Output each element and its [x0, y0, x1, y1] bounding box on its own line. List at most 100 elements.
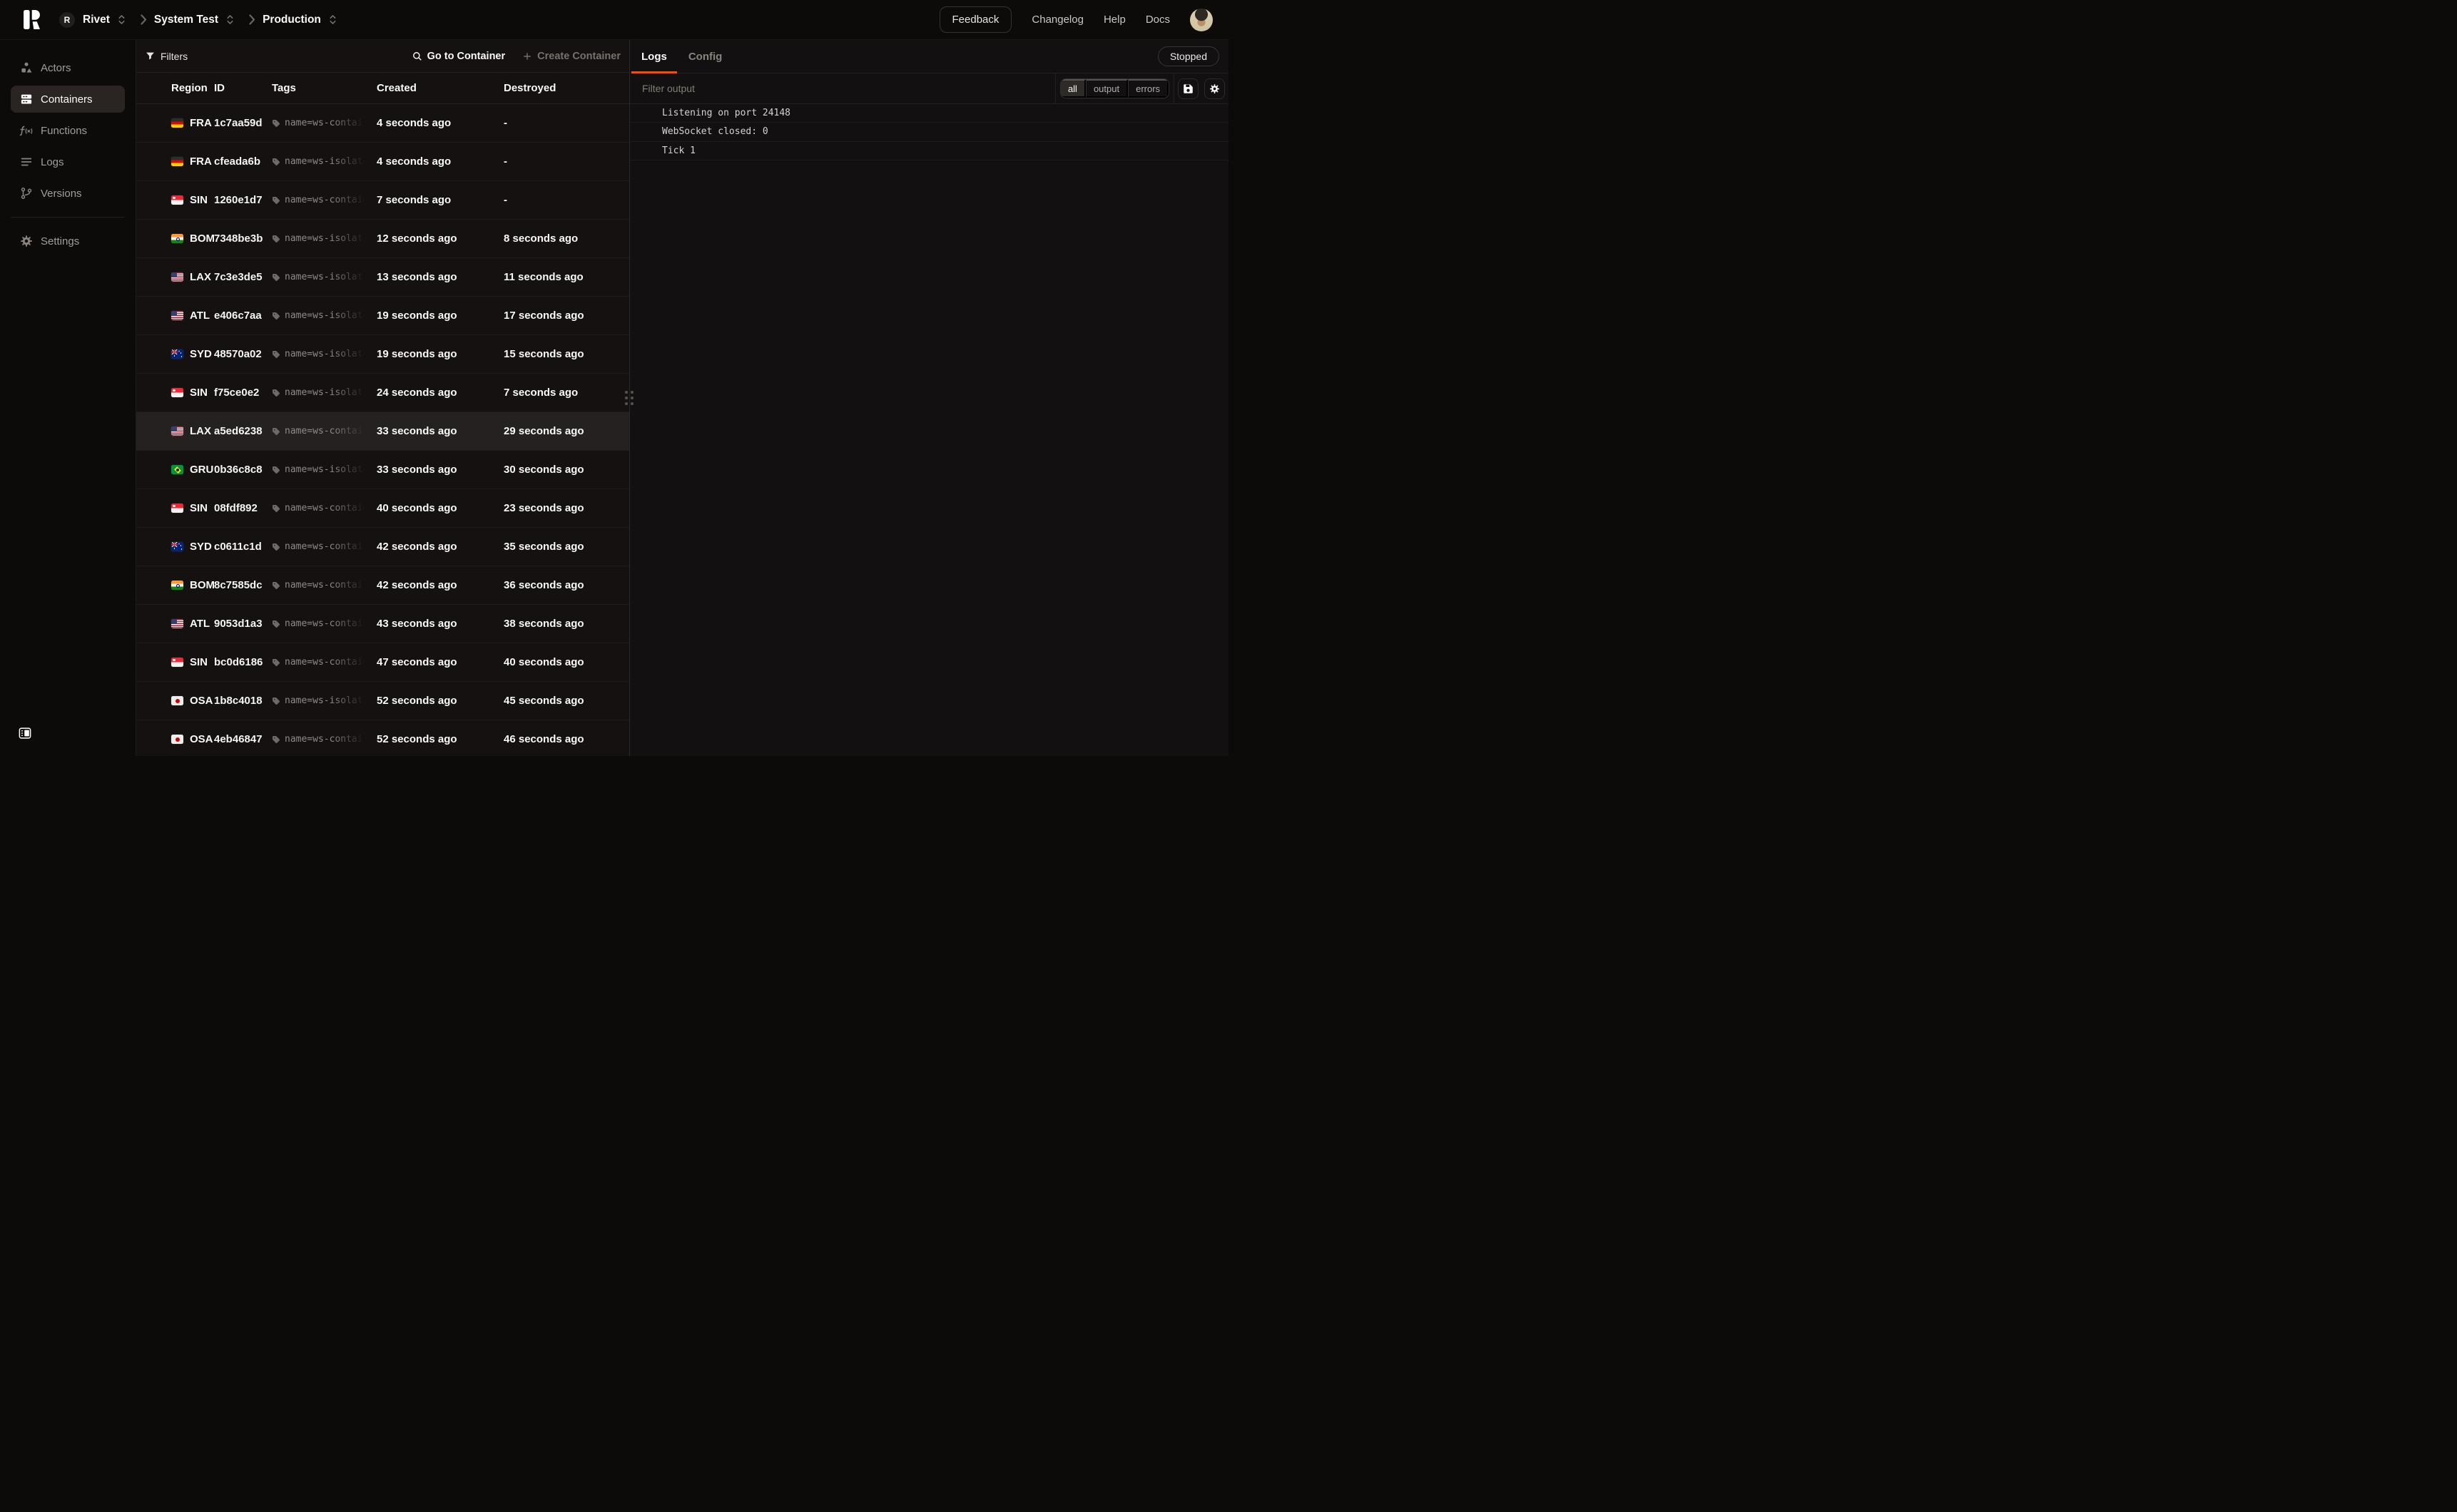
- tag-text: name=ws-container: [285, 195, 370, 205]
- tag-text: name=ws-container: [285, 734, 370, 745]
- table-row[interactable]: ATL e406c7aa name=ws-isolate 19 seconds …: [136, 297, 629, 335]
- table-row[interactable]: LAX a5ed6238 name=ws-container 33 second…: [136, 412, 629, 451]
- user-avatar[interactable]: [1190, 9, 1213, 31]
- table-row[interactable]: SYD c0611c1d name=ws-container 42 second…: [136, 528, 629, 566]
- container-tags: name=ws-container: [272, 195, 377, 205]
- topbar: R Rivet System Test Production Feedback Chan…: [0, 0, 1228, 40]
- sidebar-nav: Actors Containers Functions Logs Versions: [11, 54, 125, 207]
- container-id: 8c7585dc: [214, 579, 272, 591]
- tag-icon: [272, 697, 280, 705]
- region-flag-icon: [171, 118, 183, 128]
- help-link[interactable]: Help: [1104, 14, 1126, 26]
- breadcrumb-item-rivet[interactable]: Rivet: [83, 14, 110, 26]
- select-carets-icon[interactable]: [226, 14, 234, 25]
- segment-output[interactable]: output: [1086, 79, 1128, 98]
- status-badge[interactable]: Stopped: [1158, 46, 1219, 66]
- region-code: OSA: [190, 695, 213, 707]
- sidebar-item-logs[interactable]: Logs: [11, 148, 125, 175]
- destroyed-time: 30 seconds ago: [504, 464, 629, 476]
- functions-icon: [19, 124, 33, 138]
- segment-errors[interactable]: errors: [1128, 79, 1169, 98]
- table-row[interactable]: SIN 1260e1d7 name=ws-container 7 seconds…: [136, 181, 629, 220]
- sidebar-item-functions[interactable]: Functions: [11, 117, 125, 144]
- destroyed-time: 8 seconds ago: [504, 233, 629, 245]
- destroyed-time: 17 seconds ago: [504, 310, 629, 322]
- table-row[interactable]: OSA 1b8c4018 name=ws-isolate 52 seconds …: [136, 682, 629, 720]
- tag-icon: [272, 273, 280, 282]
- sidebar-item-label: Versions: [41, 188, 82, 200]
- container-tags: name=ws-isolate: [272, 156, 377, 167]
- changelog-link[interactable]: Changelog: [1032, 14, 1084, 26]
- destroyed-time: 29 seconds ago: [504, 425, 629, 437]
- region-flag-icon: [171, 735, 183, 744]
- breadcrumb-item-system-test[interactable]: System Test: [154, 14, 218, 26]
- container-tags: name=ws-isolate: [272, 464, 377, 475]
- table-row[interactable]: ATL 9053d1a3 name=ws-container 43 second…: [136, 605, 629, 643]
- container-tags: name=ws-container: [272, 734, 377, 745]
- col-created: Created: [377, 82, 504, 94]
- table-row[interactable]: SIN f75ce0e2 name=ws-isolate 24 seconds …: [136, 374, 629, 412]
- save-icon: [1183, 83, 1194, 94]
- region-code: LAX: [190, 271, 211, 283]
- panel-resize-handle[interactable]: [625, 391, 634, 405]
- go-to-container-button[interactable]: Go to Container: [412, 51, 506, 62]
- filter-output-input[interactable]: [630, 83, 1055, 94]
- log-level-segment: alloutputerrors: [1056, 73, 1174, 103]
- segment-all[interactable]: all: [1061, 79, 1086, 98]
- tag-text: name=ws-container: [285, 580, 370, 591]
- container-tags: name=ws-container: [272, 618, 377, 629]
- log-settings-button[interactable]: [1204, 78, 1225, 99]
- table-row[interactable]: FRA 1c7aa59d name=ws-container 4 seconds…: [136, 104, 629, 143]
- org-chip: R: [59, 12, 75, 28]
- table-row[interactable]: OSA 4eb46847 name=ws-container 52 second…: [136, 720, 629, 756]
- save-logs-button[interactable]: [1178, 78, 1199, 99]
- tag-text: name=ws-isolate: [285, 464, 370, 475]
- container-tags: name=ws-isolate: [272, 387, 377, 398]
- created-time: 33 seconds ago: [377, 425, 504, 437]
- tab-config[interactable]: Config: [678, 40, 732, 73]
- filters-button[interactable]: Filters: [146, 51, 188, 62]
- app-shell: Actors Containers Functions Logs Versions Se…: [0, 40, 1228, 756]
- sidebar-divider: [11, 217, 125, 218]
- region-code: SIN: [190, 194, 208, 206]
- table-row[interactable]: FRA cfeada6b name=ws-isolate 4 seconds a…: [136, 143, 629, 181]
- table-row[interactable]: BOM 8c7585dc name=ws-container 42 second…: [136, 566, 629, 605]
- region-flag-icon: [171, 658, 183, 667]
- actors-icon: [19, 61, 33, 75]
- docs-link[interactable]: Docs: [1146, 14, 1170, 26]
- create-container-button[interactable]: Create Container: [522, 51, 621, 62]
- filters-label: Filters: [161, 51, 188, 62]
- select-carets-icon[interactable]: [329, 14, 337, 25]
- logs-tabbar: LogsConfig Stopped: [630, 40, 1228, 73]
- tag-text: name=ws-container: [285, 426, 370, 436]
- region-code: SYD: [190, 348, 212, 360]
- region-flag-icon: [171, 542, 183, 551]
- table-row[interactable]: BOM 7348be3b name=ws-isolate 12 seconds …: [136, 220, 629, 258]
- sidebar-collapse-icon[interactable]: [19, 727, 31, 739]
- table-row[interactable]: SIN 08fdf892 name=ws-container 40 second…: [136, 489, 629, 528]
- region-flag-icon: [171, 272, 183, 282]
- table-row[interactable]: GRU 0b36c8c8 name=ws-isolate 33 seconds …: [136, 451, 629, 489]
- tag-text: name=ws-isolate: [285, 310, 370, 321]
- sidebar-item-actors[interactable]: Actors: [11, 54, 125, 81]
- container-id: 08fdf892: [214, 502, 272, 514]
- tag-text: name=ws-container: [285, 541, 370, 552]
- created-time: 40 seconds ago: [377, 502, 504, 514]
- container-tags: name=ws-isolate: [272, 695, 377, 706]
- breadcrumb-item-production[interactable]: Production: [263, 14, 321, 26]
- tab-logs[interactable]: Logs: [631, 40, 677, 73]
- sidebar-item-versions[interactable]: Versions: [11, 180, 125, 207]
- sidebar-item-settings[interactable]: Settings: [11, 228, 125, 255]
- sidebar-item-containers[interactable]: Containers: [11, 86, 125, 113]
- container-tags: name=ws-container: [272, 541, 377, 552]
- region-code: LAX: [190, 425, 211, 437]
- table-row[interactable]: LAX 7c3e3de5 name=ws-isolate 13 seconds …: [136, 258, 629, 297]
- created-time: 47 seconds ago: [377, 656, 504, 668]
- select-carets-icon[interactable]: [118, 14, 126, 25]
- destroyed-time: 15 seconds ago: [504, 348, 629, 360]
- table-row[interactable]: SYD 48570a02 name=ws-isolate 19 seconds …: [136, 335, 629, 374]
- table-row[interactable]: SIN bc0d6186 name=ws-container 47 second…: [136, 643, 629, 682]
- feedback-link[interactable]: Feedback: [940, 6, 1012, 33]
- tag-icon: [272, 427, 280, 436]
- container-tags: name=ws-container: [272, 657, 377, 668]
